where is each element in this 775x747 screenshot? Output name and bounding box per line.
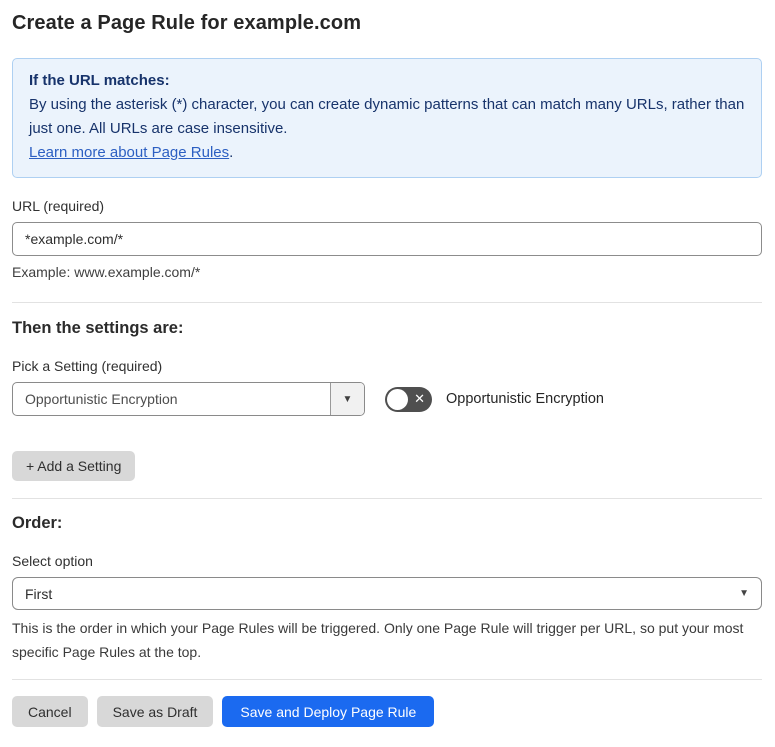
- save-draft-button[interactable]: Save as Draft: [96, 696, 214, 727]
- opportunistic-encryption-toggle[interactable]: ✕: [385, 386, 432, 412]
- chevron-down-icon: ▼: [342, 393, 353, 405]
- settings-section-heading: Then the settings are:: [12, 319, 184, 337]
- dropdown-arrow-button[interactable]: ▼: [330, 383, 364, 415]
- info-box-body: By using the asterisk (*) character, you…: [29, 96, 745, 137]
- save-deploy-button[interactable]: Save and Deploy Page Rule: [222, 696, 435, 727]
- toggle-label: Opportunistic Encryption: [446, 391, 604, 407]
- chevron-down-icon: ▼: [739, 588, 749, 599]
- info-box-link-line: Learn more about Page Rules.: [29, 141, 745, 165]
- order-help-text: This is the order in which your Page Rul…: [12, 620, 744, 660]
- footer-actions: Cancel Save as Draft Save and Deploy Pag…: [12, 696, 762, 727]
- page-title: Create a Page Rule for example.com: [12, 12, 362, 34]
- opportunistic-encryption-toggle-group: ✕ Opportunistic Encryption: [385, 386, 604, 412]
- learn-more-link[interactable]: Learn more about Page Rules: [29, 144, 229, 161]
- url-field-label: URL (required): [12, 198, 105, 214]
- setting-dropdown-value: Opportunistic Encryption: [25, 391, 178, 407]
- section-divider: [12, 302, 762, 303]
- info-box-heading: If the URL matches:: [29, 72, 170, 89]
- setting-dropdown[interactable]: Opportunistic Encryption ▼: [12, 382, 365, 416]
- order-section-heading: Order:: [12, 514, 63, 532]
- url-match-info-box: If the URL matches: By using the asteris…: [12, 58, 762, 178]
- section-divider: [12, 498, 762, 499]
- setting-picker-row: Opportunistic Encryption ▼ ✕ Opportunist…: [12, 382, 762, 416]
- url-input[interactable]: [12, 222, 762, 256]
- pick-setting-label: Pick a Setting (required): [12, 358, 163, 374]
- add-setting-button[interactable]: + Add a Setting: [12, 451, 136, 481]
- link-period: .: [229, 144, 234, 161]
- toggle-knob: [387, 388, 408, 410]
- order-select[interactable]: First ▼: [12, 577, 762, 610]
- url-example-text: Example: www.example.com/*: [12, 264, 201, 280]
- cancel-button[interactable]: Cancel: [12, 696, 88, 727]
- toggle-off-x-icon: ✕: [414, 391, 425, 407]
- footer-divider: [12, 679, 762, 680]
- order-select-value: First: [25, 585, 53, 602]
- select-option-label: Select option: [12, 553, 93, 569]
